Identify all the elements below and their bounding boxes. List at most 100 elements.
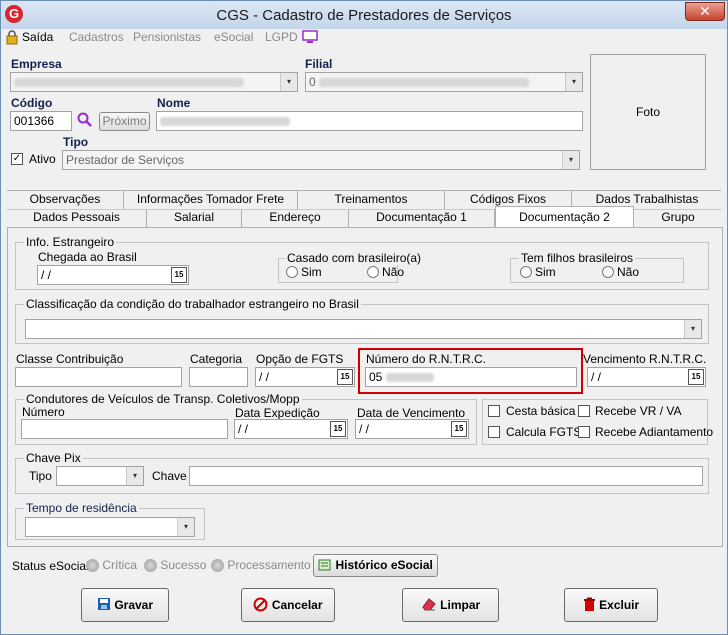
pix-chave-input[interactable] — [189, 466, 703, 486]
menu-saida[interactable]: Saída — [22, 30, 53, 44]
calcula-fgts-label: Calcula FGTS — [506, 425, 582, 439]
pix-chave-label: Chave — [152, 469, 187, 483]
menu-esocial[interactable]: eSocial — [214, 30, 253, 44]
photo-box[interactable]: Foto — [590, 54, 706, 170]
casado-nao-radio[interactable] — [367, 266, 379, 278]
menu-bar: Saída Cadastros Pensionistas eSocial LGP… — [1, 29, 727, 49]
filial-select[interactable]: 0 ▾ — [305, 72, 583, 92]
chevron-down-icon[interactable]: ▾ — [684, 320, 701, 338]
chevron-down-icon[interactable]: ▾ — [562, 151, 579, 169]
excluir-button[interactable]: Excluir — [564, 588, 658, 622]
empresa-select[interactable]: ▾ — [10, 72, 298, 92]
tab-grupo[interactable]: Grupo — [634, 209, 722, 227]
status-sucesso-label: Sucesso — [160, 558, 207, 572]
cancelar-button[interactable]: Cancelar — [241, 588, 335, 622]
residencia-group-label: Tempo de residência — [24, 501, 139, 515]
tab-informacoes-tomador[interactable]: Informações Tomador Frete — [124, 191, 298, 209]
expedicao-date-input[interactable]: / / 15 — [234, 419, 348, 439]
tab-treinamentos[interactable]: Treinamentos — [298, 191, 445, 209]
status-esocial-label: Status eSocial: — [12, 559, 93, 573]
filhos-sim-radio[interactable] — [520, 266, 532, 278]
fgts-date-input[interactable]: / / 15 — [255, 367, 355, 387]
chevron-down-icon[interactable]: ▾ — [565, 73, 582, 91]
monitor-icon[interactable] — [302, 30, 318, 47]
rntrc-value: 05 — [369, 370, 383, 384]
classe-contribuicao-input[interactable] — [15, 367, 182, 387]
calcula-fgts-checkbox[interactable] — [488, 426, 500, 438]
filhos-nao-radio[interactable] — [602, 266, 614, 278]
pix-tipo-select[interactable]: ▾ — [56, 466, 144, 486]
chegada-label: Chegada ao Brasil — [38, 250, 137, 264]
rntrc-input[interactable]: 05 — [365, 367, 577, 387]
calendar-icon[interactable]: 15 — [451, 421, 467, 437]
close-button[interactable]: ✕ — [685, 2, 725, 21]
photo-label: Foto — [635, 105, 660, 119]
document-icon — [318, 558, 332, 572]
gravar-label: Gravar — [114, 598, 154, 612]
recebe-adiantamento-checkbox[interactable] — [578, 426, 590, 438]
status-processamento: Processamento — [211, 558, 311, 573]
chegada-value: / / — [41, 268, 52, 282]
limpar-button[interactable]: Limpar — [402, 588, 499, 622]
chevron-down-icon[interactable]: ▾ — [280, 73, 297, 91]
menu-lgpd[interactable]: LGPD — [265, 30, 298, 44]
status-critica: Crítica — [86, 558, 138, 573]
ativo-label: Ativo — [29, 152, 56, 166]
gravar-button[interactable]: Gravar — [81, 588, 169, 622]
vencimento-date-input[interactable]: / / 15 — [355, 419, 469, 439]
vencimento-rntrc-date-input[interactable]: / / 15 — [587, 367, 706, 387]
tipo-label: Tipo — [63, 135, 89, 149]
calendar-icon[interactable]: 15 — [330, 421, 346, 437]
fgts-label: Opção de FGTS — [256, 352, 344, 366]
lock-icon — [5, 30, 19, 48]
residencia-select[interactable]: ▾ — [25, 517, 195, 537]
historico-esocial-label: Histórico eSocial — [335, 558, 433, 572]
tipo-select[interactable]: Prestador de Serviços ▾ — [62, 150, 580, 170]
proximo-button[interactable]: Próximo — [99, 112, 150, 131]
chevron-down-icon[interactable]: ▾ — [177, 518, 194, 536]
numero-input[interactable] — [21, 419, 228, 439]
calendar-icon[interactable]: 15 — [688, 369, 704, 385]
classificacao-group-label: Classificação da condição do trabalhador… — [24, 297, 361, 311]
nome-redacted — [160, 117, 290, 127]
chegada-date-input[interactable]: / / 15 — [37, 265, 189, 285]
casado-sim-radio[interactable] — [286, 266, 298, 278]
nome-label: Nome — [157, 96, 191, 110]
recebe-vr-checkbox[interactable] — [578, 405, 590, 417]
codigo-input[interactable]: 001366 — [10, 111, 72, 131]
menu-cadastros[interactable]: Cadastros — [69, 30, 124, 44]
tab-documentacao-2[interactable]: Documentação 2 — [495, 206, 634, 228]
save-icon — [97, 598, 111, 612]
nome-input[interactable] — [156, 111, 583, 131]
filial-label: Filial — [305, 57, 333, 71]
ativo-checkbox[interactable]: ✓ — [11, 153, 23, 165]
calendar-icon[interactable]: 15 — [171, 267, 187, 283]
classificacao-select[interactable]: ▾ — [25, 319, 702, 339]
tab-salarial[interactable]: Salarial — [147, 209, 242, 227]
cesta-basica-checkbox[interactable] — [488, 405, 500, 417]
filial-redacted — [319, 78, 530, 88]
historico-esocial-button[interactable]: Histórico eSocial — [313, 554, 438, 577]
classe-contribuicao-label: Classe Contribuição — [16, 352, 124, 366]
status-critica-label: Crítica — [102, 558, 138, 572]
tab-documentacao-1[interactable]: Documentação 1 — [349, 209, 495, 227]
menu-pensionistas[interactable]: Pensionistas — [133, 30, 201, 44]
status-dot-icon — [144, 559, 157, 573]
tab-endereco[interactable]: Endereço — [242, 209, 349, 227]
tab-observacoes[interactable]: Observações — [7, 191, 124, 209]
search-icon[interactable] — [77, 112, 93, 131]
title-bar: G CGS - Cadastro de Prestadores de Servi… — [1, 1, 727, 29]
categoria-input[interactable] — [189, 367, 248, 387]
numero-label: Número — [22, 405, 65, 419]
chevron-down-icon[interactable]: ▾ — [126, 467, 143, 485]
tab-dados-pessoais[interactable]: Dados Pessoais — [7, 209, 147, 227]
tipo-value: Prestador de Serviços — [66, 153, 185, 167]
empresa-redacted — [14, 78, 244, 88]
window-title: CGS - Cadastro de Prestadores de Serviço… — [216, 7, 512, 24]
cancelar-label: Cancelar — [271, 598, 323, 612]
calendar-icon[interactable]: 15 — [337, 369, 353, 385]
status-sucesso: Sucesso — [144, 558, 207, 573]
vencimento-value: / / — [359, 422, 370, 436]
trash-icon — [583, 597, 596, 612]
categoria-label: Categoria — [190, 352, 243, 366]
